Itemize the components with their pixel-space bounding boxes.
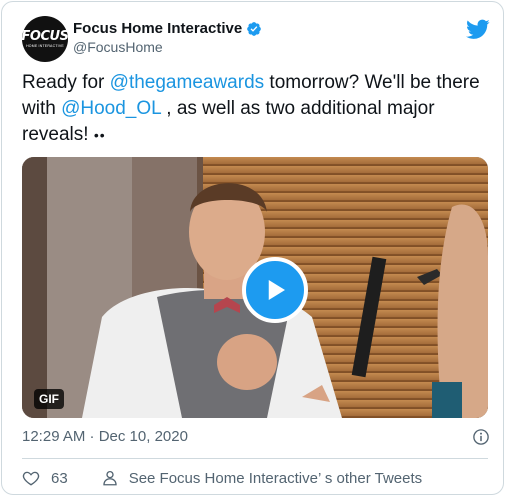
gif-media[interactable]: GIF [22, 157, 488, 418]
person-icon [103, 470, 117, 486]
mention-thegameawards[interactable]: @thegameawards [110, 72, 264, 93]
see-other-tweets-link[interactable]: See Focus Home Interactive’ s other Twee… [129, 470, 422, 487]
gif-badge: GIF [34, 389, 64, 409]
tweet-card[interactable]: FOCUS HOME INTERACTIVE Focus Home Intera… [1, 1, 504, 495]
heart-icon[interactable] [22, 469, 40, 487]
avatar-logo-sub: HOME INTERACTIVE [26, 43, 64, 48]
author-handle[interactable]: @FocusHome [73, 39, 163, 55]
mention-hood-ol[interactable]: @Hood_OL [61, 98, 161, 119]
like-count[interactable]: 63 [51, 470, 68, 487]
tweet-timestamp[interactable]: 12:29 AM · Dec 10, 2020 [22, 428, 188, 445]
divider [22, 458, 488, 459]
tweet-text-part: Ready for [22, 72, 110, 93]
verified-badge-icon [247, 21, 262, 36]
tweet-text: Ready for @thegameawards tomorrow? We'll… [22, 70, 492, 148]
play-icon [268, 280, 285, 300]
author-display-name[interactable]: Focus Home Interactive [73, 20, 242, 37]
twitter-bird-icon[interactable] [466, 17, 490, 41]
info-icon[interactable] [472, 428, 490, 446]
author-name-row[interactable]: Focus Home Interactive [73, 20, 262, 37]
avatar-logo: FOCUS [21, 28, 69, 44]
play-button[interactable] [242, 257, 308, 323]
tweet-actions: 63 See Focus Home Interactive’ s other T… [22, 468, 422, 488]
avatar[interactable]: FOCUS HOME INTERACTIVE [21, 16, 69, 62]
eyes-emoji: •• [93, 127, 106, 143]
